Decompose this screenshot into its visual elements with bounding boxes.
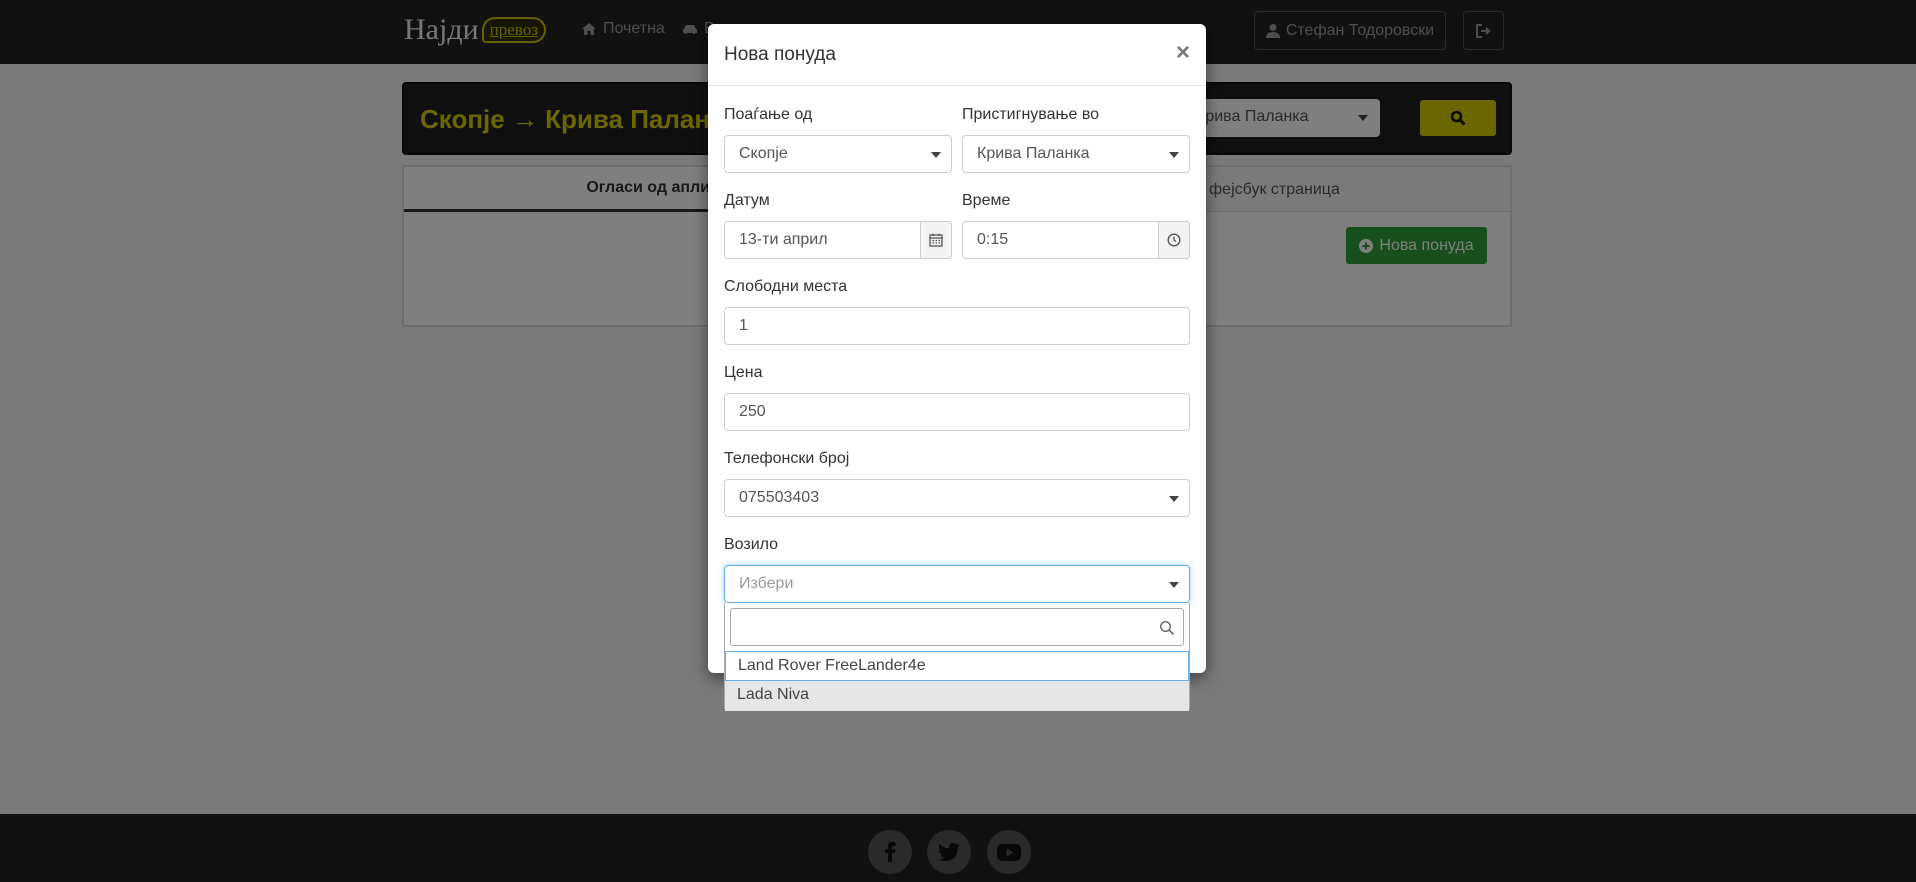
phone-value: 075503403 [739,489,820,506]
new-offer-modal: Нова понуда × Поаѓање од Скопје Пристигн… [708,24,1206,673]
departure-select[interactable]: Скопје [724,135,952,173]
vehicle-label: Возило [724,536,779,553]
phone-label: Телефонски број [724,450,850,467]
time-label: Време [962,192,1011,209]
modal-header: Нова понуда × [708,24,1206,86]
date-label: Датум [724,192,770,209]
departure-value: Скопје [739,145,788,162]
vehicle-search-input[interactable] [730,608,1184,646]
vehicle-placeholder: Избери [739,575,794,592]
seats-label: Слободни места [724,278,848,295]
time-input[interactable]: 0:15 [962,221,1190,259]
clock-icon [1167,233,1181,247]
chevron-down-icon [1169,582,1179,588]
departure-label: Поаѓање од [724,106,813,123]
seats-value: 1 [739,317,748,334]
vehicle-option[interactable]: Lada Niva [725,681,1189,711]
chevron-down-icon [931,152,941,158]
price-input[interactable]: 250 [724,393,1190,431]
phone-select[interactable]: 075503403 [724,479,1190,517]
vehicle-select[interactable]: Избери [724,565,1190,603]
vehicle-dropdown: Land Rover FreeLander4e Lada Niva [724,603,1190,711]
date-input[interactable]: 13-ти април [724,221,952,259]
arrival-select[interactable]: Крива Паланка [962,135,1190,173]
date-value: 13-ти април [739,231,828,248]
arrival-value: Крива Паланка [977,145,1090,162]
seats-input[interactable]: 1 [724,307,1190,345]
close-button[interactable]: × [1176,41,1190,65]
chevron-down-icon [1169,496,1179,502]
calendar-button[interactable] [920,221,952,259]
arrival-label: Пристигнување во [962,106,1100,123]
clock-button[interactable] [1158,221,1190,259]
search-icon [1159,620,1175,636]
price-label: Цена [724,364,763,381]
vehicle-option[interactable]: Land Rover FreeLander4e [725,651,1189,681]
price-value: 250 [739,403,766,420]
time-value: 0:15 [977,231,1009,248]
chevron-down-icon [1169,152,1179,158]
calendar-icon [929,233,943,247]
modal-title: Нова понуда [724,44,836,65]
